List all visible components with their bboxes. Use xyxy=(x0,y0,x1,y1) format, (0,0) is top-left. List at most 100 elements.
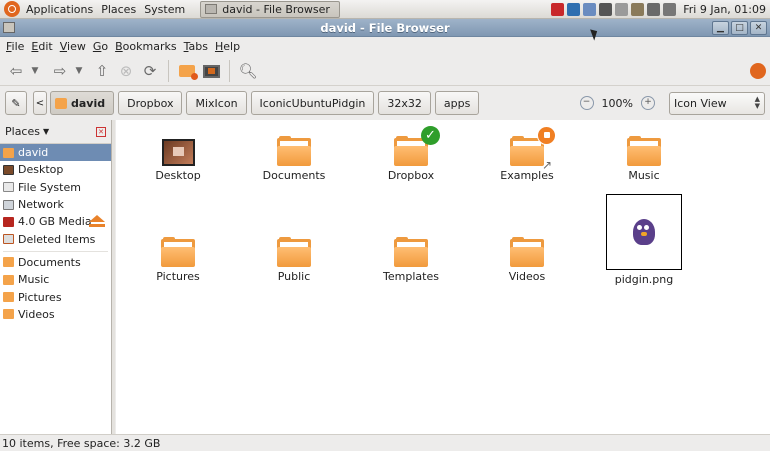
toolbar: ⇦ ▼ ⇨ ▼ ⇧ ⊗ ⟳ 🔍︎ xyxy=(0,57,770,86)
stop-icon[interactable]: ⊗ xyxy=(114,59,138,83)
menu-file[interactable]: File xyxy=(4,40,29,53)
menu-help[interactable]: Help xyxy=(213,40,245,53)
lock-emblem-icon xyxy=(537,126,556,145)
folder-icon: ↗ xyxy=(510,126,556,172)
window-menu-icon[interactable] xyxy=(3,22,15,33)
folder-icon xyxy=(394,237,428,267)
file-item-dropbox[interactable]: ✓ Dropbox xyxy=(355,126,467,182)
applications-menu[interactable]: Applications xyxy=(25,3,100,16)
places-sidebar: Places ▼ ✕ david Desktop File System Net… xyxy=(0,120,112,434)
desktop-icon xyxy=(3,164,14,175)
file-item-music[interactable]: Music xyxy=(588,136,700,182)
path-button-david[interactable]: david xyxy=(50,91,115,115)
zoom-in-icon[interactable]: + xyxy=(641,96,655,110)
top-panel: Applications Places System david - File … xyxy=(0,0,770,19)
clock[interactable]: Fri 9 Jan, 01:09 xyxy=(683,3,766,16)
file-label: Templates xyxy=(383,270,439,283)
search-icon[interactable]: 🔍︎ xyxy=(236,59,260,83)
network-icon xyxy=(3,199,14,210)
file-label: Dropbox xyxy=(387,169,435,182)
image-thumbnail xyxy=(606,194,682,270)
menu-tabs[interactable]: Tabs xyxy=(182,40,213,53)
sidebar-item-file-system[interactable]: File System xyxy=(0,179,111,196)
taskbar-window-button[interactable]: david - File Browser xyxy=(200,0,341,18)
drive-icon xyxy=(3,182,14,193)
path-scroll-left-button[interactable]: < xyxy=(33,91,47,115)
path-button-iconicubuntupidgin[interactable]: IconicUbuntuPidgin xyxy=(250,91,375,115)
places-menu[interactable]: Places xyxy=(100,3,143,16)
system-tray: Fri 9 Jan, 01:09 xyxy=(551,2,770,16)
folder-icon xyxy=(161,237,195,267)
computer-button[interactable] xyxy=(199,59,223,83)
sidebar-item-music[interactable]: Music xyxy=(0,271,111,288)
file-item-desktop[interactable]: Desktop xyxy=(122,136,234,182)
menu-bookmarks[interactable]: Bookmarks xyxy=(113,40,181,53)
sidebar-item-pictures[interactable]: Pictures xyxy=(0,288,111,305)
zoom-level[interactable]: 100% xyxy=(602,97,633,110)
file-item-public[interactable]: Public xyxy=(238,237,350,283)
forward-arrow-icon[interactable]: ⇨ xyxy=(48,59,72,83)
sidebar-item-documents[interactable]: Documents xyxy=(0,254,111,271)
close-button[interactable]: ✕ xyxy=(750,21,767,35)
path-button-32x32[interactable]: 32x32 xyxy=(378,91,431,115)
back-arrow-icon[interactable]: ⇦ xyxy=(4,59,28,83)
sidebar-header[interactable]: Places ▼ ✕ xyxy=(0,120,111,144)
menu-view[interactable]: View xyxy=(58,40,91,53)
sidebar-item-desktop[interactable]: Desktop xyxy=(0,161,111,178)
forward-history-chevron-icon[interactable]: ▼ xyxy=(72,59,86,83)
ubuntu-logo-icon[interactable] xyxy=(4,1,20,17)
sidebar-item-media[interactable]: 4.0 GB Media xyxy=(0,213,111,230)
path-button-mixicon[interactable]: MixIcon xyxy=(186,91,247,115)
sidebar-item-david[interactable]: david xyxy=(0,144,111,162)
update-notifier-icon[interactable] xyxy=(551,2,565,16)
file-label: pidgin.png xyxy=(614,273,674,286)
folder-icon xyxy=(3,292,14,303)
minimize-button[interactable]: ▁ xyxy=(712,21,729,35)
view-mode-select[interactable]: Icon View ▲ ▼ xyxy=(669,91,765,115)
symlink-arrow-icon: ↗ xyxy=(541,158,552,172)
sidebar-item-network[interactable]: Network xyxy=(0,196,111,213)
back-history-chevron-icon[interactable]: ▼ xyxy=(28,59,42,83)
icon-view[interactable]: Desktop Documents ✓ Dropbox ↗ Examples M… xyxy=(116,120,770,434)
battery-icon[interactable] xyxy=(615,2,629,16)
menu-go[interactable]: Go xyxy=(91,40,113,53)
toggle-location-entry-button[interactable]: ✎ xyxy=(5,91,27,115)
file-label: Desktop xyxy=(155,169,201,182)
folder-icon xyxy=(277,136,311,166)
file-item-examples[interactable]: ↗ Examples xyxy=(471,126,583,182)
sidebar-resize-handle[interactable] xyxy=(112,120,115,434)
file-item-documents[interactable]: Documents xyxy=(238,136,350,182)
sync-ok-emblem-icon: ✓ xyxy=(421,126,440,145)
network-signal-icon[interactable] xyxy=(599,2,613,16)
sidebar-mode-label: Places xyxy=(5,125,40,138)
file-item-templates[interactable]: Templates xyxy=(355,237,467,283)
reload-icon[interactable]: ⟳ xyxy=(138,59,162,83)
zoom-out-icon[interactable]: − xyxy=(579,96,594,110)
up-arrow-icon[interactable]: ⇧ xyxy=(90,59,114,83)
window-titlebar[interactable]: david - File Browser ▁ □ ✕ xyxy=(0,19,770,37)
file-item-pictures[interactable]: Pictures xyxy=(122,237,234,283)
mail-icon[interactable] xyxy=(647,2,661,16)
computer-icon xyxy=(202,64,220,78)
bluetooth-icon[interactable] xyxy=(583,2,597,16)
home-folder-icon xyxy=(55,97,67,109)
power-icon[interactable] xyxy=(631,2,645,16)
path-button-dropbox[interactable]: Dropbox xyxy=(118,91,183,115)
file-item-videos[interactable]: Videos xyxy=(471,237,583,283)
file-item-pidgin-png[interactable]: pidgin.png xyxy=(588,194,700,286)
volume-icon[interactable] xyxy=(663,2,677,16)
home-folder-button[interactable] xyxy=(175,59,199,83)
dropbox-tray-icon[interactable] xyxy=(567,2,581,16)
file-label: Documents xyxy=(262,169,326,182)
maximize-button[interactable]: □ xyxy=(731,21,748,35)
system-menu[interactable]: System xyxy=(143,3,192,16)
close-sidebar-icon[interactable]: ✕ xyxy=(96,127,106,137)
menu-edit[interactable]: Edit xyxy=(29,40,57,53)
taskbar-window-label: david - File Browser xyxy=(222,2,330,16)
eject-icon[interactable] xyxy=(89,215,105,228)
folder-icon xyxy=(3,274,14,285)
edit-pencil-icon: ✎ xyxy=(11,96,21,110)
sidebar-item-deleted-items[interactable]: Deleted Items xyxy=(0,230,111,247)
path-button-apps[interactable]: apps xyxy=(434,91,480,115)
sidebar-item-videos[interactable]: Videos xyxy=(0,306,111,323)
